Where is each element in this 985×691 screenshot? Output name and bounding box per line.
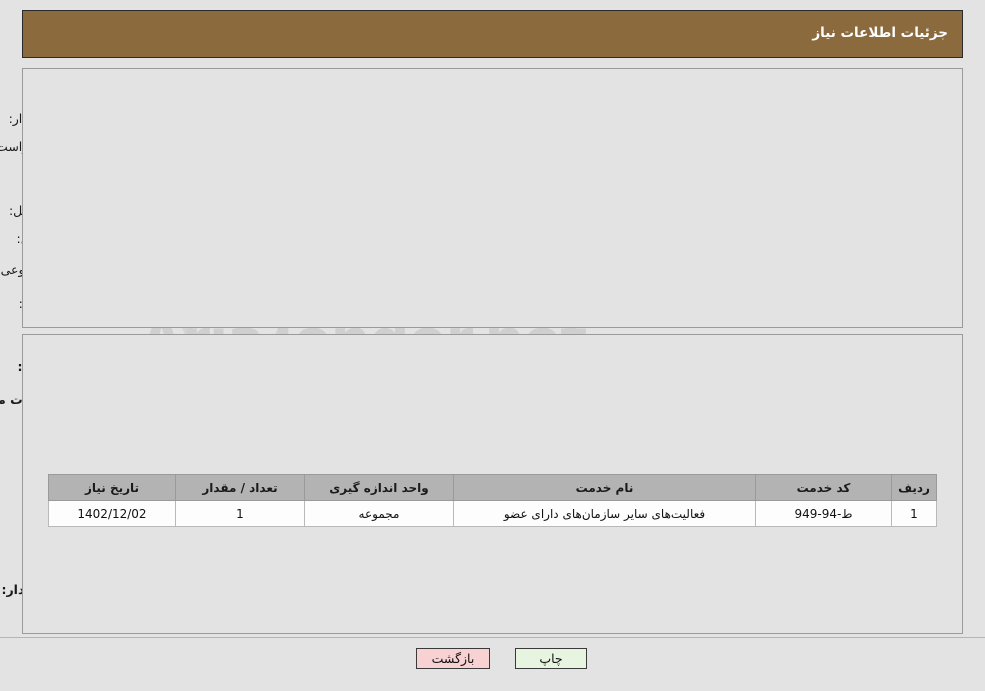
table-header-row: ردیف کد خدمت نام خدمت واحد اندازه گیری ت… [48, 474, 937, 501]
footer-divider [0, 637, 985, 638]
col-quantity: تعداد / مقدار [175, 474, 305, 501]
cell-unit: مجموعه [304, 500, 454, 527]
summary-panel [22, 68, 963, 328]
tender-details-page: AriaTender.net جزئیات اطلاعات نیاز شماره… [0, 0, 985, 691]
cell-service-code: ط-94-949 [755, 500, 892, 527]
col-row-no: ردیف [891, 474, 937, 501]
col-unit: واحد اندازه گیری [304, 474, 454, 501]
col-service-name: نام خدمت [453, 474, 756, 501]
print-button[interactable]: چاپ [515, 648, 587, 669]
table-row: 1 ط-94-949 فعالیت‌های سایر سازمان‌های دا… [48, 500, 937, 527]
cell-need-date: 1402/12/02 [48, 500, 176, 527]
return-button[interactable]: بازگشت [416, 648, 490, 669]
cell-row-no: 1 [891, 500, 937, 527]
page-header-bar: جزئیات اطلاعات نیاز [22, 10, 963, 58]
cell-quantity: 1 [175, 500, 305, 527]
col-need-date: تاریخ نیاز [48, 474, 176, 501]
cell-service-name: فعالیت‌های سایر سازمان‌های دارای عضو [453, 500, 756, 527]
col-service-code: کد خدمت [755, 474, 892, 501]
services-table: ردیف کد خدمت نام خدمت واحد اندازه گیری ت… [48, 474, 937, 527]
page-title: جزئیات اطلاعات نیاز [812, 25, 948, 41]
